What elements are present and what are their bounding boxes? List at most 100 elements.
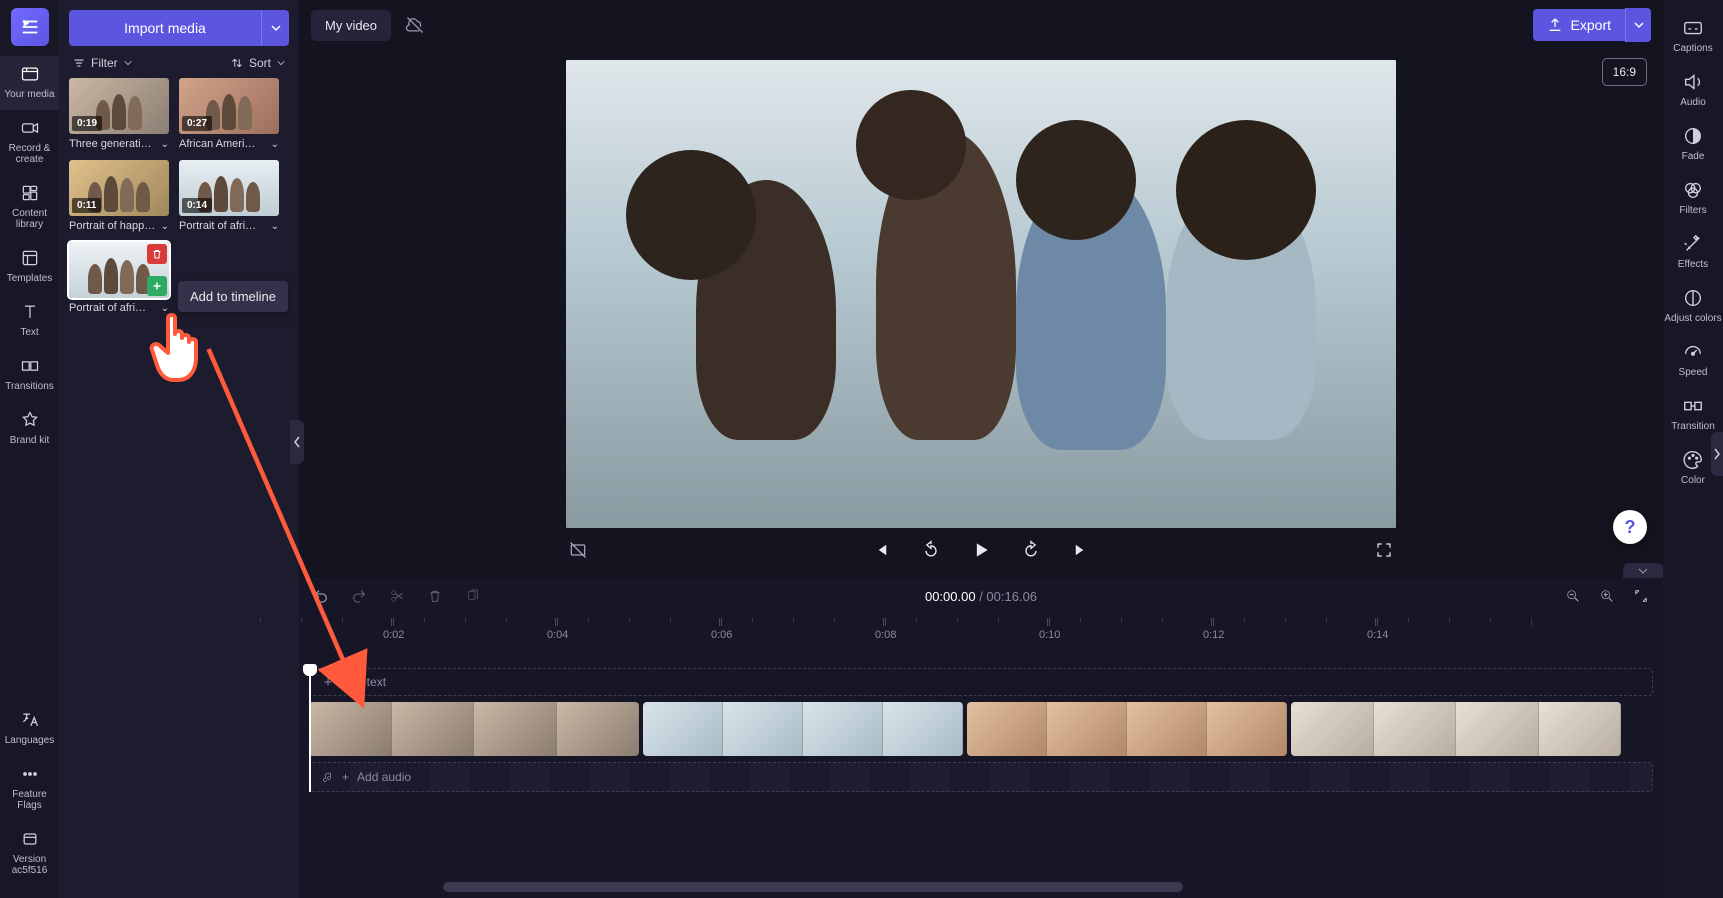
nav-label: Fade xyxy=(1663,151,1723,162)
sidebar-item-brand-kit[interactable]: Brand kit xyxy=(0,402,59,456)
export-dropdown-button[interactable] xyxy=(1625,8,1651,42)
nav-label: Audio xyxy=(1663,97,1723,108)
upload-icon xyxy=(1547,17,1563,33)
sidebar-item-feature-flags[interactable]: Feature Flags xyxy=(0,756,59,821)
playhead[interactable] xyxy=(309,668,311,792)
timeline-clip[interactable] xyxy=(1291,702,1621,756)
timeline-clip[interactable] xyxy=(967,702,1287,756)
delete-clip-button[interactable] xyxy=(147,244,167,264)
redo-button[interactable] xyxy=(351,588,367,604)
sidebar-item-adjust-colors[interactable]: Adjust colors xyxy=(1663,278,1723,332)
scrollbar-thumb[interactable] xyxy=(443,882,1182,892)
expand-right-tray-button[interactable] xyxy=(1623,563,1663,579)
sort-icon xyxy=(231,57,243,69)
brand-icon xyxy=(0,408,59,432)
cloud-sync-off-icon[interactable] xyxy=(405,15,425,35)
preview-canvas[interactable] xyxy=(566,60,1396,528)
media-clip[interactable]: 0:27 African Ameri…⌄ xyxy=(179,78,279,150)
media-grid: 0:19 Three generati…⌄ 0:27 African Ameri… xyxy=(59,78,299,314)
nav-label: Color xyxy=(1663,475,1723,486)
video-track[interactable] xyxy=(309,702,1653,756)
zoom-out-button[interactable] xyxy=(1565,588,1581,604)
sidebar-item-transitions[interactable]: Transitions xyxy=(0,348,59,402)
media-clip[interactable]: 0:14 Portrait of afri…⌄ xyxy=(179,160,279,232)
sidebar-item-content-library[interactable]: Content library xyxy=(0,175,59,240)
trash-button[interactable] xyxy=(427,588,443,604)
undo-button[interactable] xyxy=(313,588,329,604)
playback-controls xyxy=(566,538,1396,562)
add-text-label: Add text xyxy=(342,675,386,689)
filter-button[interactable]: Filter xyxy=(73,56,132,70)
hide-safe-zones-button[interactable] xyxy=(566,538,590,562)
audio-icon xyxy=(1663,70,1723,94)
seek-back-button[interactable] xyxy=(919,538,943,562)
skip-end-button[interactable] xyxy=(1069,538,1093,562)
templates-icon xyxy=(0,246,59,270)
sidebar-item-captions[interactable]: Captions xyxy=(1663,8,1723,62)
media-clip[interactable]: 0:19 Three generati…⌄ xyxy=(69,78,169,150)
record-icon xyxy=(0,116,59,140)
chevron-down-icon[interactable]: ⌄ xyxy=(161,139,169,150)
export-label: Export xyxy=(1571,17,1611,33)
sidebar-item-your-media[interactable]: Your media xyxy=(0,56,59,110)
media-clip-selected[interactable]: Portrait of afri… ⌄ xyxy=(69,242,169,314)
nav-label: Transitions xyxy=(0,381,59,392)
help-button[interactable]: ? xyxy=(1613,510,1647,544)
zoom-fit-button[interactable] xyxy=(1633,588,1649,604)
filter-icon xyxy=(73,57,85,69)
timeline-clip[interactable] xyxy=(309,702,639,756)
sidebar-item-languages[interactable]: Languages xyxy=(0,702,59,756)
sidebar-item-audio[interactable]: Audio xyxy=(1663,62,1723,116)
sidebar-item-effects[interactable]: Effects xyxy=(1663,224,1723,278)
zoom-in-button[interactable] xyxy=(1599,588,1615,604)
sort-label: Sort xyxy=(249,56,271,70)
import-media-dropdown[interactable] xyxy=(261,10,289,46)
left-sidebar: Your media Record & create Content libra… xyxy=(0,0,59,898)
skip-start-button[interactable] xyxy=(869,538,893,562)
app-logo[interactable] xyxy=(11,8,49,46)
duration-badge: 0:14 xyxy=(182,198,212,213)
fullscreen-button[interactable] xyxy=(1372,538,1396,562)
clip-name: Three generati… xyxy=(69,138,157,150)
adjust-icon xyxy=(1663,286,1723,310)
split-button[interactable] xyxy=(389,588,405,604)
chevron-down-icon[interactable]: ⌄ xyxy=(161,221,169,232)
duplicate-button[interactable] xyxy=(465,588,481,604)
sort-button[interactable]: Sort xyxy=(231,56,285,70)
clip-name: Portrait of afri… xyxy=(69,302,157,314)
timeline-clip[interactable] xyxy=(643,702,963,756)
seek-forward-button[interactable] xyxy=(1019,538,1043,562)
sidebar-item-filters[interactable]: Filters xyxy=(1663,170,1723,224)
media-icon xyxy=(0,62,59,86)
timeline-ruler[interactable]: 0:020:040:060:080:100:120:14 xyxy=(299,618,1663,642)
add-audio-track[interactable]: + Add audio xyxy=(309,762,1653,792)
plus-icon xyxy=(322,676,334,688)
chevron-down-icon[interactable]: ⌄ xyxy=(271,221,279,232)
nav-label: Adjust colors xyxy=(1663,313,1723,324)
timeline-scrollbar[interactable] xyxy=(309,882,1653,892)
import-media-button[interactable]: Import media xyxy=(69,10,261,46)
clip-name: Portrait of happy… xyxy=(69,220,157,232)
aspect-ratio-button[interactable]: 16:9 xyxy=(1602,58,1647,86)
ruler-tick: 0:02 xyxy=(383,618,404,641)
sidebar-item-fade[interactable]: Fade xyxy=(1663,116,1723,170)
export-button[interactable]: Export xyxy=(1533,9,1625,41)
play-button[interactable] xyxy=(969,538,993,562)
library-icon xyxy=(0,181,59,205)
chevron-down-icon[interactable]: ⌄ xyxy=(271,139,279,150)
sidebar-item-version[interactable]: Version ac5f516 xyxy=(0,821,59,886)
sidebar-item-text[interactable]: Text xyxy=(0,294,59,348)
video-title-input[interactable]: My video xyxy=(311,10,391,41)
add-text-track[interactable]: Add text xyxy=(309,668,1653,696)
sidebar-item-templates[interactable]: Templates xyxy=(0,240,59,294)
chevron-down-icon[interactable]: ⌄ xyxy=(161,303,169,314)
sidebar-item-record-create[interactable]: Record & create xyxy=(0,110,59,175)
sidebar-item-speed[interactable]: Speed xyxy=(1663,332,1723,386)
collapse-right-panel-button[interactable] xyxy=(1711,432,1723,476)
ruler-tick: 0:14 xyxy=(1367,618,1388,641)
media-clip[interactable]: 0:11 Portrait of happy…⌄ xyxy=(69,160,169,232)
music-icon xyxy=(322,771,334,783)
add-to-timeline-button[interactable] xyxy=(147,276,167,296)
plus-icon xyxy=(151,280,163,292)
filters-icon xyxy=(1663,178,1723,202)
